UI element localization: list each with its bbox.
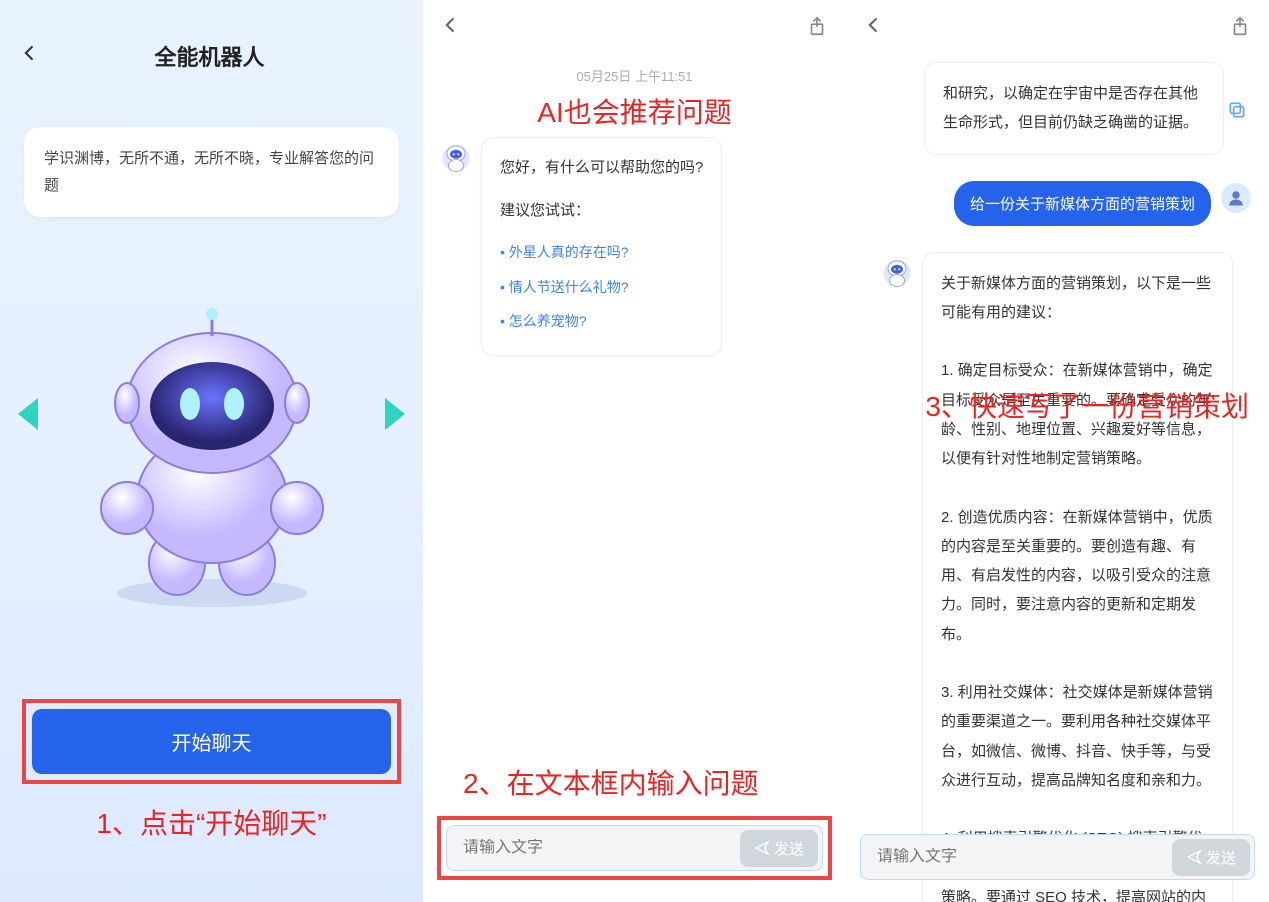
send-label: 发送 <box>774 838 804 859</box>
copy-icon[interactable] <box>1227 100 1247 125</box>
user-bubble: 给一份关于新媒体方面的营销策划 <box>954 181 1211 226</box>
send-icon <box>1186 849 1202 865</box>
share-icon[interactable] <box>806 15 828 42</box>
send-label: 发送 <box>1206 847 1236 868</box>
input-bar: 发送 <box>446 825 823 871</box>
timestamp: 05月25日 上午11:51 <box>423 66 846 85</box>
chat-scroll: 和研究，以确定在宇宙中是否存在其他生命形式，但目前仍缺乏确凿的证据。 给一份关于… <box>846 56 1269 902</box>
suggestion-link[interactable]: 怎么养宠物? <box>500 304 703 339</box>
bot-avatar-icon <box>882 258 912 288</box>
carousel-next-icon[interactable] <box>385 398 405 430</box>
header <box>423 0 846 56</box>
start-button-highlight: 开始聊天 <box>22 699 401 784</box>
back-icon[interactable] <box>20 42 40 70</box>
carousel-prev-icon[interactable] <box>18 398 38 430</box>
suggestion-link[interactable]: 情人节送什么礼物? <box>500 270 703 305</box>
panel-result: 和研究，以确定在宇宙中是否存在其他生命形式，但目前仍缺乏确凿的证据。 给一份关于… <box>846 0 1269 902</box>
robot-icon <box>82 308 342 608</box>
robot-illustration <box>0 217 423 699</box>
try-label: 建议您试试： <box>500 197 703 226</box>
input-bar: 发送 <box>860 834 1255 880</box>
share-icon[interactable] <box>1229 15 1251 42</box>
bot-message-row: 您好，有什么可以帮助您的吗? 建议您试试： 外星人真的存在吗? 情人节送什么礼物… <box>423 131 846 362</box>
page-title: 全能机器人 <box>40 40 379 72</box>
input-highlight: 发送 <box>437 816 832 880</box>
send-button[interactable]: 发送 <box>1172 839 1250 876</box>
suggestion-link[interactable]: 外星人真的存在吗? <box>500 235 703 270</box>
header <box>846 0 1269 56</box>
message-input[interactable] <box>463 839 740 857</box>
bot-bubble: 关于新媒体方面的营销策划，以下是一些可能有用的建议： 1. 确定目标受众：在新媒… <box>922 252 1233 902</box>
annotation-step1: 1、点击“开始聊天” <box>0 802 423 842</box>
annotation-step2: 2、在文本框内输入问题 <box>463 762 759 802</box>
back-icon[interactable] <box>864 14 884 42</box>
panel-intro: 全能机器人 学识渊博，无所不通，无所不晓，专业解答您的问题 <box>0 0 423 902</box>
annotation-step3: 3、快速写了一份营销策划 <box>925 385 1249 425</box>
send-button[interactable]: 发送 <box>740 830 818 867</box>
send-icon <box>754 840 770 856</box>
bot-message-row: 关于新媒体方面的营销策划，以下是一些可能有用的建议： 1. 确定目标受众：在新媒… <box>864 246 1251 902</box>
user-message-row: 给一份关于新媒体方面的营销策划 <box>864 181 1251 226</box>
bot-bubble: 和研究，以确定在宇宙中是否存在其他生命形式，但目前仍缺乏确凿的证据。 <box>924 62 1224 155</box>
user-avatar-icon <box>1221 183 1251 213</box>
input-area: 发送 <box>860 834 1255 880</box>
header: 全能机器人 <box>0 0 423 97</box>
back-icon[interactable] <box>441 14 461 42</box>
panel-suggestions: 05月25日 上午11:51 AI也会推荐问题 您好，有什么可以帮助您的吗? 建… <box>423 0 846 902</box>
start-chat-button[interactable]: 开始聊天 <box>32 709 391 774</box>
bot-bubble: 您好，有什么可以帮助您的吗? 建议您试试： 外星人真的存在吗? 情人节送什么礼物… <box>481 137 722 356</box>
message-input[interactable] <box>877 848 1172 866</box>
intro-text: 学识渊博，无所不通，无所不晓，专业解答您的问题 <box>24 127 399 217</box>
bot-avatar-icon <box>441 143 471 173</box>
greeting-text: 您好，有什么可以帮助您的吗? <box>500 154 703 183</box>
bot-message-row: 和研究，以确定在宇宙中是否存在其他生命形式，但目前仍缺乏确凿的证据。 <box>906 56 1251 161</box>
annotation-suggest: AI也会推荐问题 <box>423 91 846 131</box>
